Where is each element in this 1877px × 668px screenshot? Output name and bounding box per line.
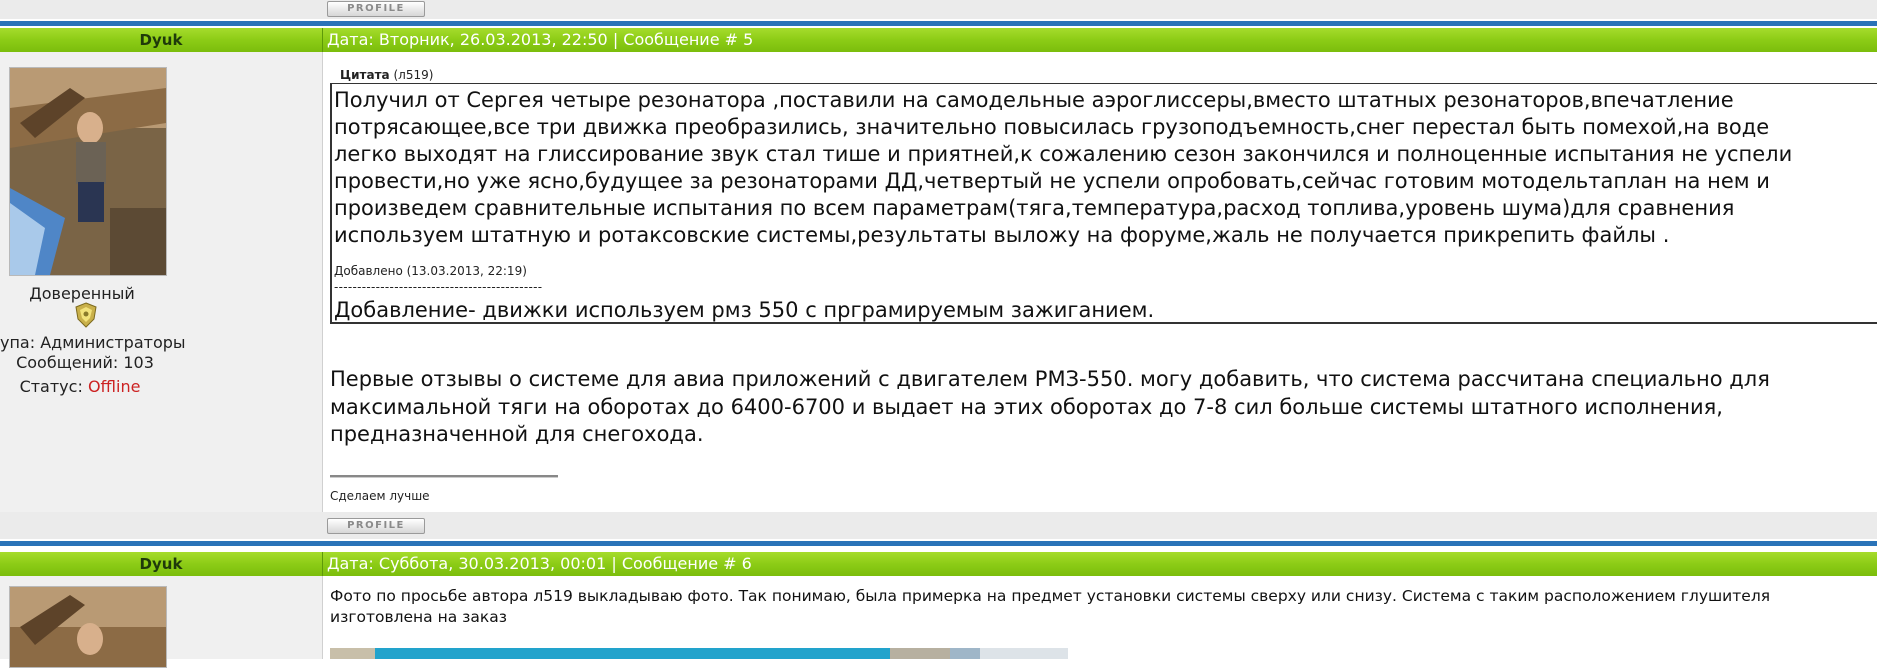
post-body: Первые отзывы о системе для авиа приложе…: [330, 366, 1860, 449]
quote-line: Получил от Сергея четыре резонатора ,пос…: [334, 88, 1734, 112]
user-group: упа: Администраторы: [0, 333, 186, 352]
post-header: Dyuk Дата: Суббота, 30.03.2013, 00:01 | …: [0, 552, 1877, 576]
added-separator: ----------------------------------------…: [334, 280, 543, 294]
avatar[interactable]: [9, 586, 167, 668]
added-timestamp: Добавлено (13.03.2013, 22:19): [334, 264, 527, 278]
quote-label: Цитата: [340, 68, 390, 82]
rank-badge-icon: [74, 302, 98, 328]
header-divider: [322, 552, 323, 576]
body-line: Фото по просьбе автора л519 выкладываю ф…: [330, 587, 1771, 605]
profile-strip-top: [0, 0, 1877, 19]
quote-title: Цитата (л519): [340, 68, 433, 82]
header-divider: [322, 28, 323, 52]
body-line: максимальной тяги на оборотах до 6400-67…: [330, 394, 1723, 419]
body-line: предназначенной для снегохода.: [330, 422, 704, 446]
user-panel: [0, 576, 323, 668]
quote-line: легко выходят на глиссирование звук стал…: [334, 142, 1793, 166]
signature: Сделаем лучше: [330, 489, 430, 503]
avatar-photo: [10, 68, 166, 275]
post-author[interactable]: Dyuk: [0, 28, 322, 52]
profile-strip: [0, 512, 1877, 539]
status-label: Статус:: [19, 377, 83, 396]
user-rank: Доверенный: [29, 284, 135, 303]
avatar-photo: [10, 587, 166, 667]
user-message-count: Сообщений: 103: [16, 353, 154, 372]
quote-author: (л519): [393, 68, 434, 82]
spacer: [0, 546, 1877, 548]
quote-line: произведем сравнительные испытания по вс…: [334, 196, 1735, 220]
post-date-header: Дата: Вторник, 26.03.2013, 22:50 | Сообщ…: [327, 30, 754, 49]
body-line: Первые отзывы о системе для авиа приложе…: [330, 367, 1770, 391]
signature-divider: [330, 475, 558, 478]
post-author[interactable]: Dyuk: [0, 552, 322, 576]
avatar[interactable]: [9, 67, 167, 276]
profile-button[interactable]: PROFILE: [327, 518, 425, 534]
added-text: Добавление- движки используем рмз 550 с …: [334, 298, 1155, 322]
post-body: Фото по просьбе автора л519 выкладываю ф…: [330, 586, 1860, 628]
body-line: изготовлена на заказ: [330, 608, 507, 626]
quote-line: используем штатную и ротаксовские систем…: [334, 223, 1670, 247]
attached-photo[interactable]: [330, 646, 1068, 659]
post-header: Dyuk Дата: Вторник, 26.03.2013, 22:50 | …: [0, 28, 1877, 52]
status-offline: Offline: [87, 377, 141, 396]
user-panel: Доверенный упа: Администраторы Сообщений…: [0, 52, 323, 512]
attached-photo-image: [330, 648, 1068, 659]
post-date-header: Дата: Суббота, 30.03.2013, 00:01 | Сообщ…: [327, 554, 752, 573]
quote-box: Получил от Сергея четыре резонатора ,пос…: [330, 83, 1877, 324]
quote-line: потрясающее,все три движка преобразились…: [334, 115, 1770, 139]
quote-text: Получил от Сергея четыре резонатора ,пос…: [334, 87, 1874, 249]
user-status: Статус: Offline: [0, 377, 170, 396]
profile-button[interactable]: PROFILE: [327, 1, 425, 17]
quote-line: провести,но уже ясно,будущее за резонато…: [334, 169, 1770, 193]
